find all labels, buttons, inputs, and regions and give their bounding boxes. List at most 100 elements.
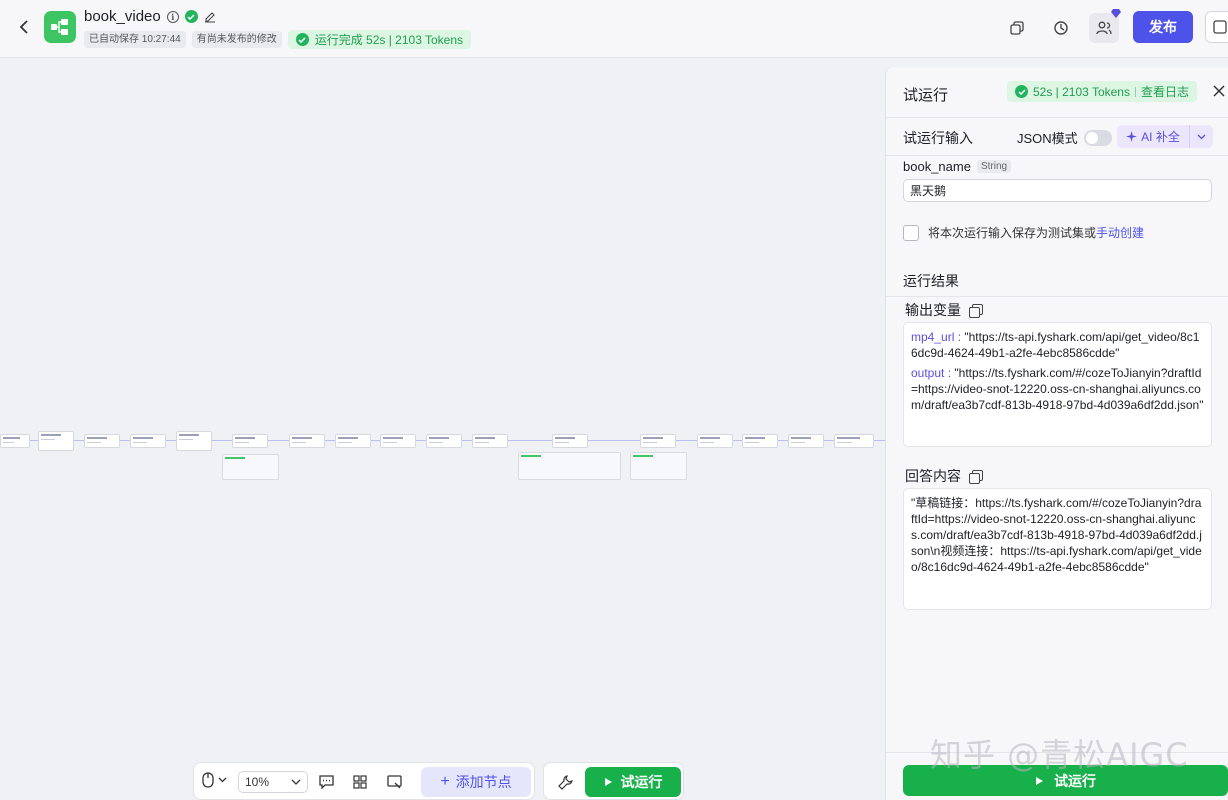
ai-fill-main[interactable]: AI 补全 [1117,125,1189,148]
workflow-group[interactable] [222,454,279,480]
book-name-input[interactable] [903,179,1212,202]
minimap-icon[interactable] [385,773,403,791]
workflow-node[interactable] [176,431,212,451]
workflow-group[interactable] [630,452,687,480]
workflow-node[interactable] [552,434,588,448]
test-run-button[interactable]: 试运行 [585,767,681,797]
diamond-badge-icon [1111,9,1121,18]
workflow-node[interactable] [834,434,874,448]
workflow-node[interactable] [289,434,325,448]
workflow-group[interactable] [518,452,621,480]
ai-fill-button: AI 补全 [1117,125,1213,148]
answer-header: 回答内容 [905,466,983,486]
comment-icon[interactable] [317,773,335,791]
input-section-label: 试运行输入 [903,130,973,146]
verified-icon [184,10,198,23]
save-test-checkbox[interactable] [903,225,919,241]
app-title: book_video [84,8,161,25]
users-icon[interactable] [1089,9,1121,43]
panel-run-button[interactable]: 试运行 [903,765,1228,796]
divider [886,117,1228,118]
back-arrow-icon[interactable] [14,16,34,38]
workflow-node[interactable] [640,434,676,448]
panel-status-chip: 52s | 2103 Tokens 查看日志 [1007,81,1197,102]
workflow-canvas[interactable] [0,59,885,800]
check-circle-icon [1015,85,1028,98]
workflow-node[interactable] [0,434,30,448]
manual-create-link[interactable]: 手动创建 [1096,226,1144,240]
workflow-node[interactable] [426,434,462,448]
json-mode-toggle[interactable] [1083,129,1112,146]
workflow-node[interactable] [232,434,268,448]
field-name: book_name [903,159,971,174]
output-vars-header: 输出变量 [905,300,983,320]
output-var-row: mp4_url : "https://ts-api.fyshark.com/ap… [911,330,1200,360]
panel-run-label: 试运行 [1054,772,1096,789]
canvas-toolbar: 10% + 添加节点 [193,762,535,800]
save-test-text: 将本次运行输入保存为测试集或 [928,226,1097,240]
copy-icon[interactable] [969,303,983,318]
answer-box: "草稿链接：https://ts.fyshark.com/#/cozeToJia… [903,488,1212,610]
history-icon[interactable] [1046,13,1076,43]
chip-divider [1134,86,1136,97]
result-section-label: 运行结果 [903,273,959,289]
mouse-mode-button[interactable] [202,772,227,788]
chevron-down-icon [1197,134,1206,139]
workflow-node[interactable] [472,434,508,448]
workflow-node[interactable] [788,434,824,448]
more-panel-icon[interactable] [1205,11,1228,43]
meta-row: 已自动保存 10:27:44 有尚未发布的修改 运行完成 52s | 2103 … [84,30,472,49]
info-icon[interactable]: i [166,10,179,23]
top-bar: book_video i 已自动保存 10:27:44 有尚未发布的修改 运行完… [0,0,1228,58]
panel-status-text: 52s | 2103 Tokens [1033,84,1130,99]
copy-window-icon[interactable] [1002,13,1032,43]
chevron-down-icon [291,779,301,785]
zoom-value: 10% [245,775,270,789]
output-var-key: mp4_url [911,330,955,344]
chevron-down-icon [218,777,227,783]
run-status-text: 运行完成 52s | 2103 Tokens [314,33,464,47]
field-type-tag: String [976,160,1012,173]
view-log-link[interactable]: 查看日志 [1141,83,1189,100]
output-var-key: output [911,366,945,380]
divider [886,296,1228,297]
autosave-chip: 已自动保存 10:27:44 [84,31,186,48]
ai-fill-dropdown[interactable] [1189,125,1213,148]
run-toolbar: 试运行 [543,762,684,800]
mouse-icon [202,772,214,788]
workflow-node[interactable] [380,434,416,448]
json-mode-label: JSON模式 [1017,131,1078,146]
json-mode-row: JSON模式 [1017,128,1112,147]
wrench-icon[interactable] [556,773,574,791]
workflow-node[interactable] [697,434,733,448]
workflow-node[interactable] [84,434,120,448]
workflow-logo-icon [44,11,76,43]
divider [886,155,1228,156]
play-icon [1036,776,1043,785]
workflow-node[interactable] [742,434,778,448]
output-vars-box: mp4_url : "https://ts-api.fyshark.com/ap… [903,322,1212,447]
ai-fill-label: AI 补全 [1141,130,1180,144]
output-vars-label: 输出变量 [905,302,961,318]
workflow-node[interactable] [130,434,166,448]
test-run-label: 试运行 [620,774,663,790]
play-icon [604,778,612,786]
sparkle-icon [1126,131,1138,142]
add-node-button[interactable]: + 添加节点 [421,767,531,797]
save-test-row: 将本次运行输入保存为测试集或手动创建 [903,224,1144,242]
workflow-node[interactable] [38,431,74,451]
close-icon[interactable] [1211,81,1227,101]
workflow-node[interactable] [335,434,371,448]
copy-icon[interactable] [969,469,983,484]
run-status-chip: 运行完成 52s | 2103 Tokens [287,30,472,49]
plus-icon: + [440,773,450,790]
answer-label: 回答内容 [905,468,961,484]
publish-button[interactable]: 发布 [1133,11,1193,43]
zoom-select[interactable]: 10% [238,771,308,793]
edit-icon[interactable] [204,10,217,23]
check-circle-icon [295,33,309,46]
answer-text: "草稿链接：https://ts.fyshark.com/#/cozeToJia… [911,496,1202,574]
add-node-label: 添加节点 [455,774,512,790]
panel-title: 试运行 [903,87,949,104]
layout-icon[interactable] [351,773,369,791]
